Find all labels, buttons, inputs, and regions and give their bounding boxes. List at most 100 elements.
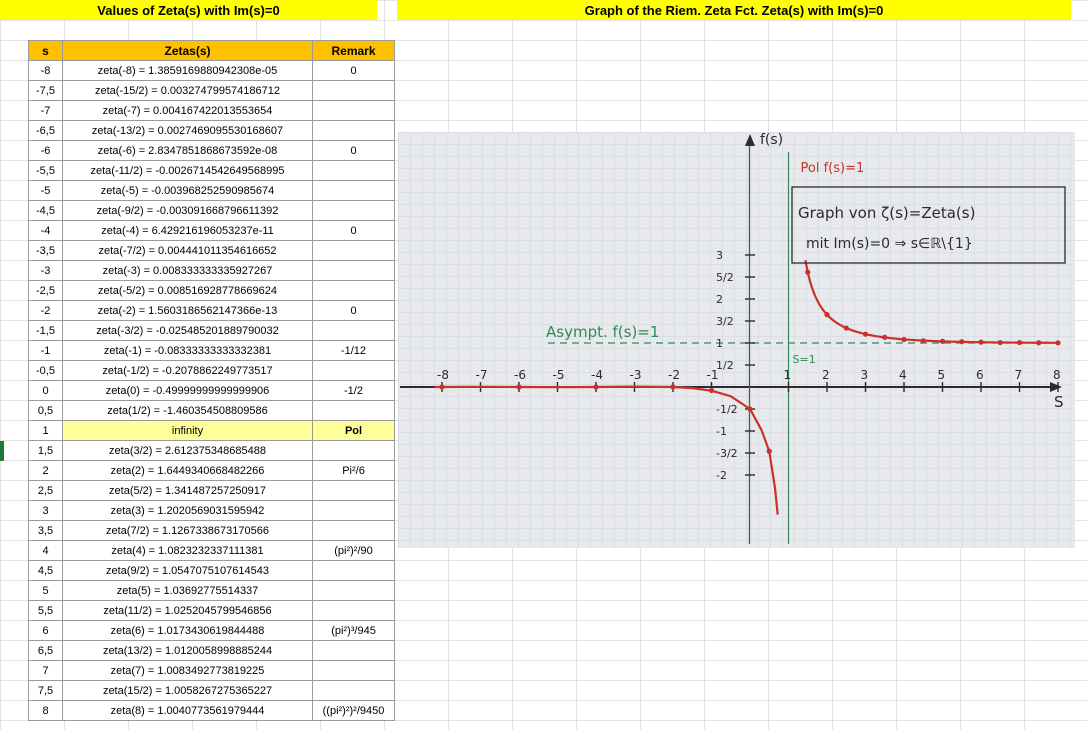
cell-remark[interactable]	[312, 500, 395, 521]
cell-s[interactable]: -0,5	[28, 360, 63, 381]
cell-remark[interactable]	[312, 80, 395, 101]
cell-remark[interactable]: 0	[312, 300, 395, 321]
cell-s[interactable]: 7,5	[28, 680, 63, 701]
cell-zeta[interactable]: zeta(-5/2) = 0.008516928778669624	[62, 280, 313, 301]
cell-zeta[interactable]: zeta(-3) = 0.008333333335927267	[62, 260, 313, 281]
cell-remark[interactable]: 0	[312, 60, 395, 81]
cell-zeta[interactable]: zeta(-1) = -0.08333333333332381	[62, 340, 313, 361]
cell-s[interactable]: 8	[28, 700, 63, 721]
cell-s[interactable]: 0	[28, 380, 63, 401]
cell-s[interactable]: -5	[28, 180, 63, 201]
cell-remark[interactable]	[312, 400, 395, 421]
cell-zeta[interactable]: zeta(-7) = 0.004167422013553654	[62, 100, 313, 121]
cell-s[interactable]: 3	[28, 500, 63, 521]
cell-s[interactable]: 1,5	[28, 440, 63, 461]
cell-remark[interactable]	[312, 240, 395, 261]
cell-s[interactable]: -2	[28, 300, 63, 321]
left-title-banner[interactable]: Values of Zeta(s) with Im(s)=0	[0, 0, 377, 20]
cell-zeta[interactable]: zeta(3/2) = 2.612375348685488	[62, 440, 313, 461]
cell-zeta[interactable]: zeta(9/2) = 1.0547075107614543	[62, 560, 313, 581]
cell-remark[interactable]: (pi²)²/90	[312, 540, 395, 561]
cell-s[interactable]: 4	[28, 540, 63, 561]
header-zeta[interactable]: Zetas(s)	[62, 40, 313, 61]
cell-remark[interactable]: ((pi²)²)²/9450	[312, 700, 395, 721]
cell-zeta[interactable]: zeta(-15/2) = 0.003274799574186712	[62, 80, 313, 101]
cell-s[interactable]: -6,5	[28, 120, 63, 141]
cell-s[interactable]: 0,5	[28, 400, 63, 421]
cell-remark[interactable]	[312, 120, 395, 141]
cell-zeta[interactable]: zeta(4) = 1.0823232337111381	[62, 540, 313, 561]
cell-s[interactable]: 2	[28, 460, 63, 481]
cell-s[interactable]: 1	[28, 420, 63, 441]
cell-remark[interactable]	[312, 260, 395, 281]
cell-zeta[interactable]: zeta(-13/2) = 0.0027469095530168607	[62, 120, 313, 141]
cell-remark[interactable]: -1/12	[312, 340, 395, 361]
cell-zeta[interactable]: zeta(0) = -0.49999999999999906	[62, 380, 313, 401]
cell-s[interactable]: 5,5	[28, 600, 63, 621]
cell-remark[interactable]: Pol	[312, 420, 395, 441]
cell-remark[interactable]	[312, 320, 395, 341]
cell-s[interactable]: -1,5	[28, 320, 63, 341]
cell-remark[interactable]	[312, 200, 395, 221]
cell-zeta[interactable]: zeta(11/2) = 1.0252045799546856	[62, 600, 313, 621]
header-s[interactable]: s	[28, 40, 63, 61]
cell-zeta[interactable]: zeta(-4) = 6.429216196053237e-11	[62, 220, 313, 241]
cell-remark[interactable]	[312, 180, 395, 201]
cell-remark[interactable]	[312, 480, 395, 501]
cell-zeta[interactable]: zeta(8) = 1.0040773561979444	[62, 700, 313, 721]
cell-remark[interactable]	[312, 560, 395, 581]
cell-remark[interactable]: -1/2	[312, 380, 395, 401]
cell-zeta[interactable]: zeta(-11/2) = -0.0026714542649568995	[62, 160, 313, 181]
cell-s[interactable]: -6	[28, 140, 63, 161]
cell-zeta[interactable]: zeta(7/2) = 1.1267338673170566	[62, 520, 313, 541]
cell-s[interactable]: -3,5	[28, 240, 63, 261]
cell-s[interactable]: -1	[28, 340, 63, 361]
cell-zeta[interactable]: zeta(-8) = 1.3859169880942308e-05	[62, 60, 313, 81]
cell-s[interactable]: -4,5	[28, 200, 63, 221]
cell-s[interactable]: -7,5	[28, 80, 63, 101]
cell-zeta[interactable]: zeta(-2) = 1.5603186562147366e-13	[62, 300, 313, 321]
cell-zeta[interactable]: zeta(-6) = 2.8347851868673592e-08	[62, 140, 313, 161]
cell-s[interactable]: 6	[28, 620, 63, 641]
cell-s[interactable]: 7	[28, 660, 63, 681]
cell-zeta[interactable]: zeta(1/2) = -1.460354508809586	[62, 400, 313, 421]
graph-photo[interactable]: -8 -7 -6 -5 -4 -3 -2 -1 1 2 3 4 5 6 7 8 3 5/2 2 3/2 1 1/2 -1/2…	[398, 132, 1075, 548]
cell-remark[interactable]	[312, 600, 395, 621]
cell-s[interactable]: -8	[28, 60, 63, 81]
cell-remark[interactable]	[312, 440, 395, 461]
cell-s[interactable]: 2,5	[28, 480, 63, 501]
cell-s[interactable]: 6,5	[28, 640, 63, 661]
cell-remark[interactable]	[312, 100, 395, 121]
cell-zeta[interactable]: zeta(-7/2) = 0.004441011354616652	[62, 240, 313, 261]
cell-zeta[interactable]: zeta(7) = 1.0083492773819225	[62, 660, 313, 681]
cell-s[interactable]: -2,5	[28, 280, 63, 301]
cell-zeta[interactable]: zeta(-5) = -0.003968252590985674	[62, 180, 313, 201]
cell-remark[interactable]	[312, 640, 395, 661]
cell-zeta[interactable]: zeta(-9/2) = -0.003091668796611392	[62, 200, 313, 221]
cell-zeta[interactable]: zeta(5/2) = 1.341487257250917	[62, 480, 313, 501]
cell-s[interactable]: 5	[28, 580, 63, 601]
cell-remark[interactable]: (pi²)³/945	[312, 620, 395, 641]
cell-remark[interactable]	[312, 580, 395, 601]
cell-remark[interactable]	[312, 520, 395, 541]
cell-remark[interactable]: 0	[312, 220, 395, 241]
cell-zeta[interactable]: zeta(2) = 1.6449340668482266	[62, 460, 313, 481]
cell-zeta[interactable]: zeta(13/2) = 1.0120058998885244	[62, 640, 313, 661]
cell-remark[interactable]	[312, 660, 395, 681]
cell-s[interactable]: 4,5	[28, 560, 63, 581]
cell-s[interactable]: -7	[28, 100, 63, 121]
cell-zeta[interactable]: infinity	[62, 420, 313, 441]
cell-s[interactable]: -5,5	[28, 160, 63, 181]
cell-s[interactable]: -4	[28, 220, 63, 241]
cell-zeta[interactable]: zeta(6) = 1.0173430619844488	[62, 620, 313, 641]
cell-s[interactable]: -3	[28, 260, 63, 281]
right-title-banner[interactable]: Graph of the Riem. Zeta Fct. Zeta(s) wit…	[397, 0, 1071, 20]
cell-zeta[interactable]: zeta(3) = 1.2020569031595942	[62, 500, 313, 521]
header-remark[interactable]: Remark	[312, 40, 395, 61]
cell-zeta[interactable]: zeta(15/2) = 1.0058267275365227	[62, 680, 313, 701]
cell-remark[interactable]	[312, 680, 395, 701]
cell-zeta[interactable]: zeta(5) = 1.03692775514337	[62, 580, 313, 601]
cell-zeta[interactable]: zeta(-3/2) = -0.025485201889790032	[62, 320, 313, 341]
cell-remark[interactable]: 0	[312, 140, 395, 161]
cell-remark[interactable]	[312, 160, 395, 181]
